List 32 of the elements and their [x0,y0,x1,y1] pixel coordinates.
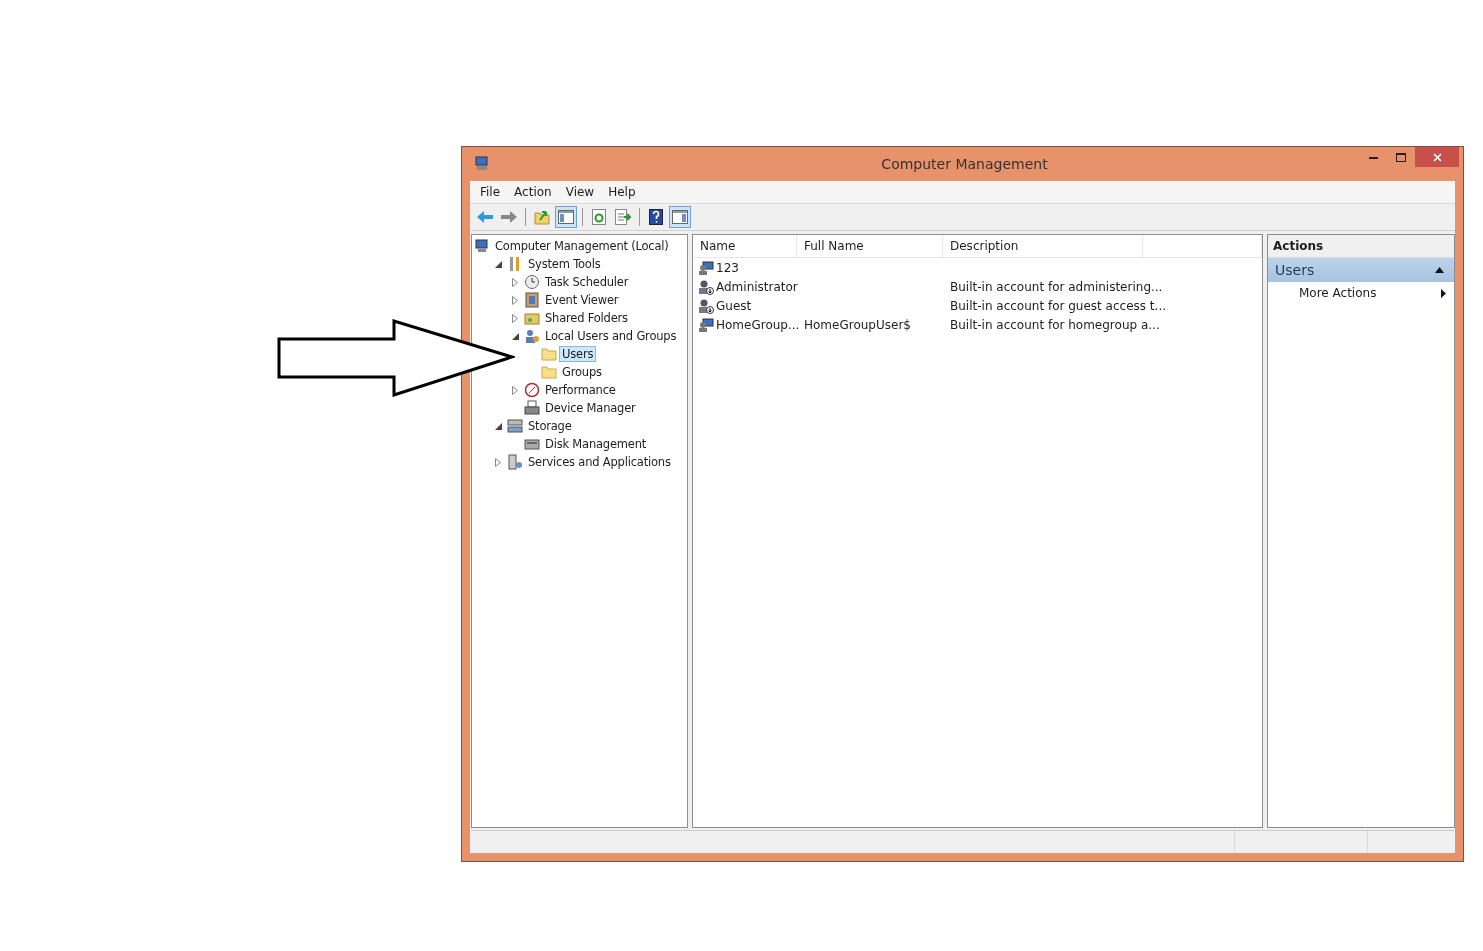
menu-item[interactable]: Help [602,183,642,201]
tree-item[interactable]: Performance [542,382,619,398]
action-link[interactable]: More Actions [1299,286,1377,300]
tree-item[interactable]: Groups [559,364,605,380]
table-cell: HomeGroup... [716,317,800,332]
table-cell: Guest [716,298,752,313]
column-header[interactable]: Name [693,235,797,257]
table-cell: Built-in account for administering... [950,279,1163,294]
tree-item[interactable]: Storage [525,418,575,434]
window-title: Computer Management [880,156,1049,172]
menu-item[interactable]: Action [508,183,558,201]
tree-item[interactable]: System Tools [525,256,604,272]
table-cell: Administrator [716,279,798,294]
actions-section[interactable]: Users [1268,258,1454,282]
column-header[interactable]: Full Name [797,235,943,257]
tree-item[interactable]: Services and Applications [525,454,674,470]
table-cell: Built-in account for guest access t... [950,298,1166,313]
tree-item[interactable]: Task Scheduler [542,274,632,290]
actions-header: Actions [1268,235,1454,258]
tree-item[interactable]: Event Viewer [542,292,622,308]
table-cell: Built-in account for homegroup a... [950,317,1160,332]
tree-item[interactable]: Shared Folders [542,310,631,326]
tree-item[interactable]: Local Users and Groups [542,328,680,344]
table-cell: 123 [716,260,739,275]
menu-item[interactable]: File [474,183,507,201]
menu-item[interactable]: View [559,183,601,201]
tree-item[interactable]: Device Manager [542,400,639,416]
tree-item[interactable]: Computer Management (Local) [492,238,672,254]
column-header[interactable]: Description [943,235,1143,257]
tree-item[interactable]: Users [559,346,597,362]
tree-item[interactable]: Disk Management [542,436,650,452]
table-cell: HomeGroupUser$ [804,317,911,332]
